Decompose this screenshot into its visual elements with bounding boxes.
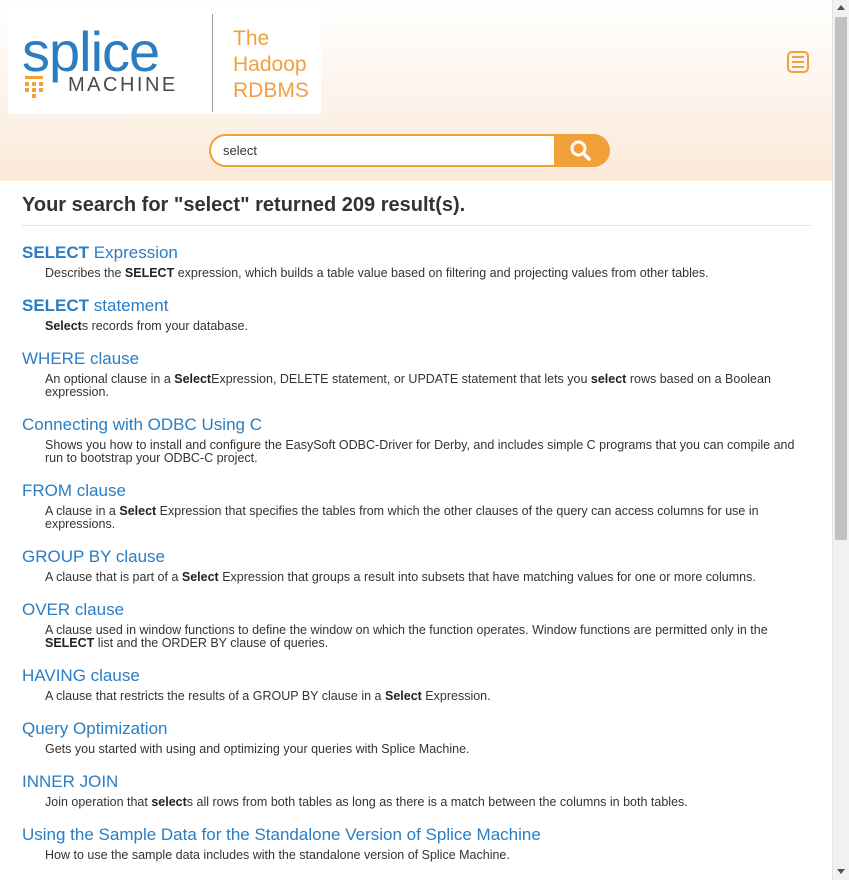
site-header: splice MACHINE The Hadoop RDBMS: [0, 0, 832, 181]
result-description: Describes the SELECT expression, which b…: [45, 267, 812, 280]
result-title-link[interactable]: OVER clause: [22, 600, 812, 620]
result-item: Query Optimization Gets you started with …: [22, 719, 812, 756]
result-title-link[interactable]: SELECT statement: [22, 296, 812, 316]
description-text: A clause that is part of a: [45, 570, 182, 584]
logo-subword: MACHINE: [68, 74, 178, 96]
logo[interactable]: splice MACHINE The Hadoop RDBMS: [8, 8, 321, 114]
tagline: The Hadoop RDBMS: [233, 26, 309, 104]
result-item: FROM clause A clause in a Select Expressi…: [22, 481, 812, 531]
result-title-keyword: SELECT: [22, 243, 90, 262]
logo-divider: [212, 14, 213, 112]
result-item: GROUP BY clause A clause that is part of …: [22, 547, 812, 584]
description-text: Gets you started with using and optimizi…: [45, 742, 470, 756]
tagline-line: Hadoop: [233, 53, 307, 76]
result-item: Connecting with ODBC Using C Shows you ho…: [22, 415, 812, 465]
results-heading: Your search for "select" returned 209 re…: [22, 194, 466, 216]
scroll-up-arrow-icon[interactable]: [837, 5, 845, 10]
search-input[interactable]: [209, 134, 556, 167]
result-title-link[interactable]: Query Optimization: [22, 719, 812, 739]
result-description: An optional clause in a SelectExpression…: [45, 373, 812, 399]
result-title-link[interactable]: Using the Sample Data for the Standalone…: [22, 825, 812, 845]
scroll-thumb[interactable]: [835, 17, 847, 540]
description-text: Describes the: [45, 266, 125, 280]
logo-wordmark: splice: [22, 20, 160, 83]
result-description: How to use the sample data includes with…: [45, 849, 812, 862]
description-text: A clause used in window functions to def…: [45, 623, 768, 637]
result-description: Join operation that selects all rows fro…: [45, 796, 812, 809]
description-text: Shows you how to install and configure t…: [45, 438, 795, 465]
result-title-link[interactable]: FROM clause: [22, 481, 812, 501]
highlighted-keyword: Select: [384, 689, 422, 703]
tagline-line: The: [233, 27, 270, 50]
highlighted-keyword: SELECT: [45, 636, 95, 650]
search-button[interactable]: [554, 134, 610, 167]
tagline-line: RDBMS: [233, 79, 309, 102]
result-title-link[interactable]: WHERE clause: [22, 349, 812, 369]
description-text: Expression, DELETE statement, or UPDATE …: [211, 372, 591, 386]
highlighted-keyword: select: [151, 795, 187, 809]
result-description: Selects records from your database.: [45, 320, 812, 333]
result-title-link[interactable]: Connecting with ODBC Using C: [22, 415, 812, 435]
search-icon: [570, 140, 591, 161]
result-title-text: OVER clause: [22, 600, 125, 619]
result-title-text: Expression: [89, 243, 178, 262]
result-title-text: WHERE clause: [22, 349, 140, 368]
result-title-text: Using the Sample Data for the Standalone…: [22, 825, 541, 844]
result-item: OVER clause A clause used in window funct…: [22, 600, 812, 650]
logo-grid-icon: [25, 76, 43, 98]
result-item: Using the Sample Data for the Standalone…: [22, 825, 812, 862]
hamburger-menu-icon[interactable]: [787, 51, 809, 73]
highlighted-keyword: Select: [45, 319, 82, 333]
result-description: Shows you how to install and configure t…: [45, 439, 812, 465]
highlighted-keyword: Select: [181, 570, 219, 584]
highlighted-keyword: SELECT: [124, 266, 175, 280]
description-text: An optional clause in a: [45, 372, 175, 386]
result-item: HAVING clause A clause that restricts the…: [22, 666, 812, 703]
result-title-text: INNER JOIN: [22, 772, 119, 791]
highlighted-keyword: Select: [119, 504, 157, 518]
description-text: s all rows from both tables as long as t…: [186, 795, 688, 809]
result-title-text: Connecting with ODBC Using C: [22, 415, 262, 434]
result-title-text: HAVING clause: [22, 666, 140, 685]
result-title-link[interactable]: SELECT Expression: [22, 243, 812, 263]
description-text: list and the ORDER BY clause of queries.: [94, 636, 329, 650]
description-text: Expression that groups a result into sub…: [218, 570, 756, 584]
highlighted-keyword: Select: [174, 372, 212, 386]
result-description: A clause that restricts the results of a…: [45, 690, 812, 703]
description-text: A clause in a: [45, 504, 120, 518]
result-title-link[interactable]: GROUP BY clause: [22, 547, 812, 567]
result-item: SELECT statement Selects records from you…: [22, 296, 812, 333]
result-title-text: statement: [89, 296, 169, 315]
highlighted-keyword: select: [590, 372, 627, 386]
search-bar: [209, 134, 610, 167]
result-title-keyword: SELECT: [22, 296, 90, 315]
result-description: A clause in a Select Expression that spe…: [45, 505, 812, 531]
description-text: Expression.: [421, 689, 491, 703]
result-title-link[interactable]: INNER JOIN: [22, 772, 812, 792]
result-description: A clause used in window functions to def…: [45, 624, 812, 650]
description-text: How to use the sample data includes with…: [45, 848, 510, 862]
scrollbar[interactable]: [832, 0, 849, 880]
result-title-text: GROUP BY clause: [22, 547, 165, 566]
result-title-link[interactable]: HAVING clause: [22, 666, 812, 686]
result-item: INNER JOIN Join operation that selects al…: [22, 772, 812, 809]
result-title-text: Query Optimization: [22, 719, 168, 738]
result-title-text: FROM clause: [22, 481, 126, 500]
result-item: SELECT Expression Describes the SELECT ex…: [22, 243, 812, 280]
result-description: Gets you started with using and optimizi…: [45, 743, 812, 756]
description-text: Join operation that: [45, 795, 152, 809]
description-text: expression, which builds a table value b…: [174, 266, 709, 280]
result-description: A clause that is part of a Select Expres…: [45, 571, 812, 584]
scroll-down-arrow-icon[interactable]: [837, 869, 845, 874]
description-text: A clause that restricts the results of a…: [45, 689, 385, 703]
description-text: s records from your database.: [81, 319, 248, 333]
result-item: WHERE clause An optional clause in a Sele…: [22, 349, 812, 399]
divider: [22, 225, 811, 226]
